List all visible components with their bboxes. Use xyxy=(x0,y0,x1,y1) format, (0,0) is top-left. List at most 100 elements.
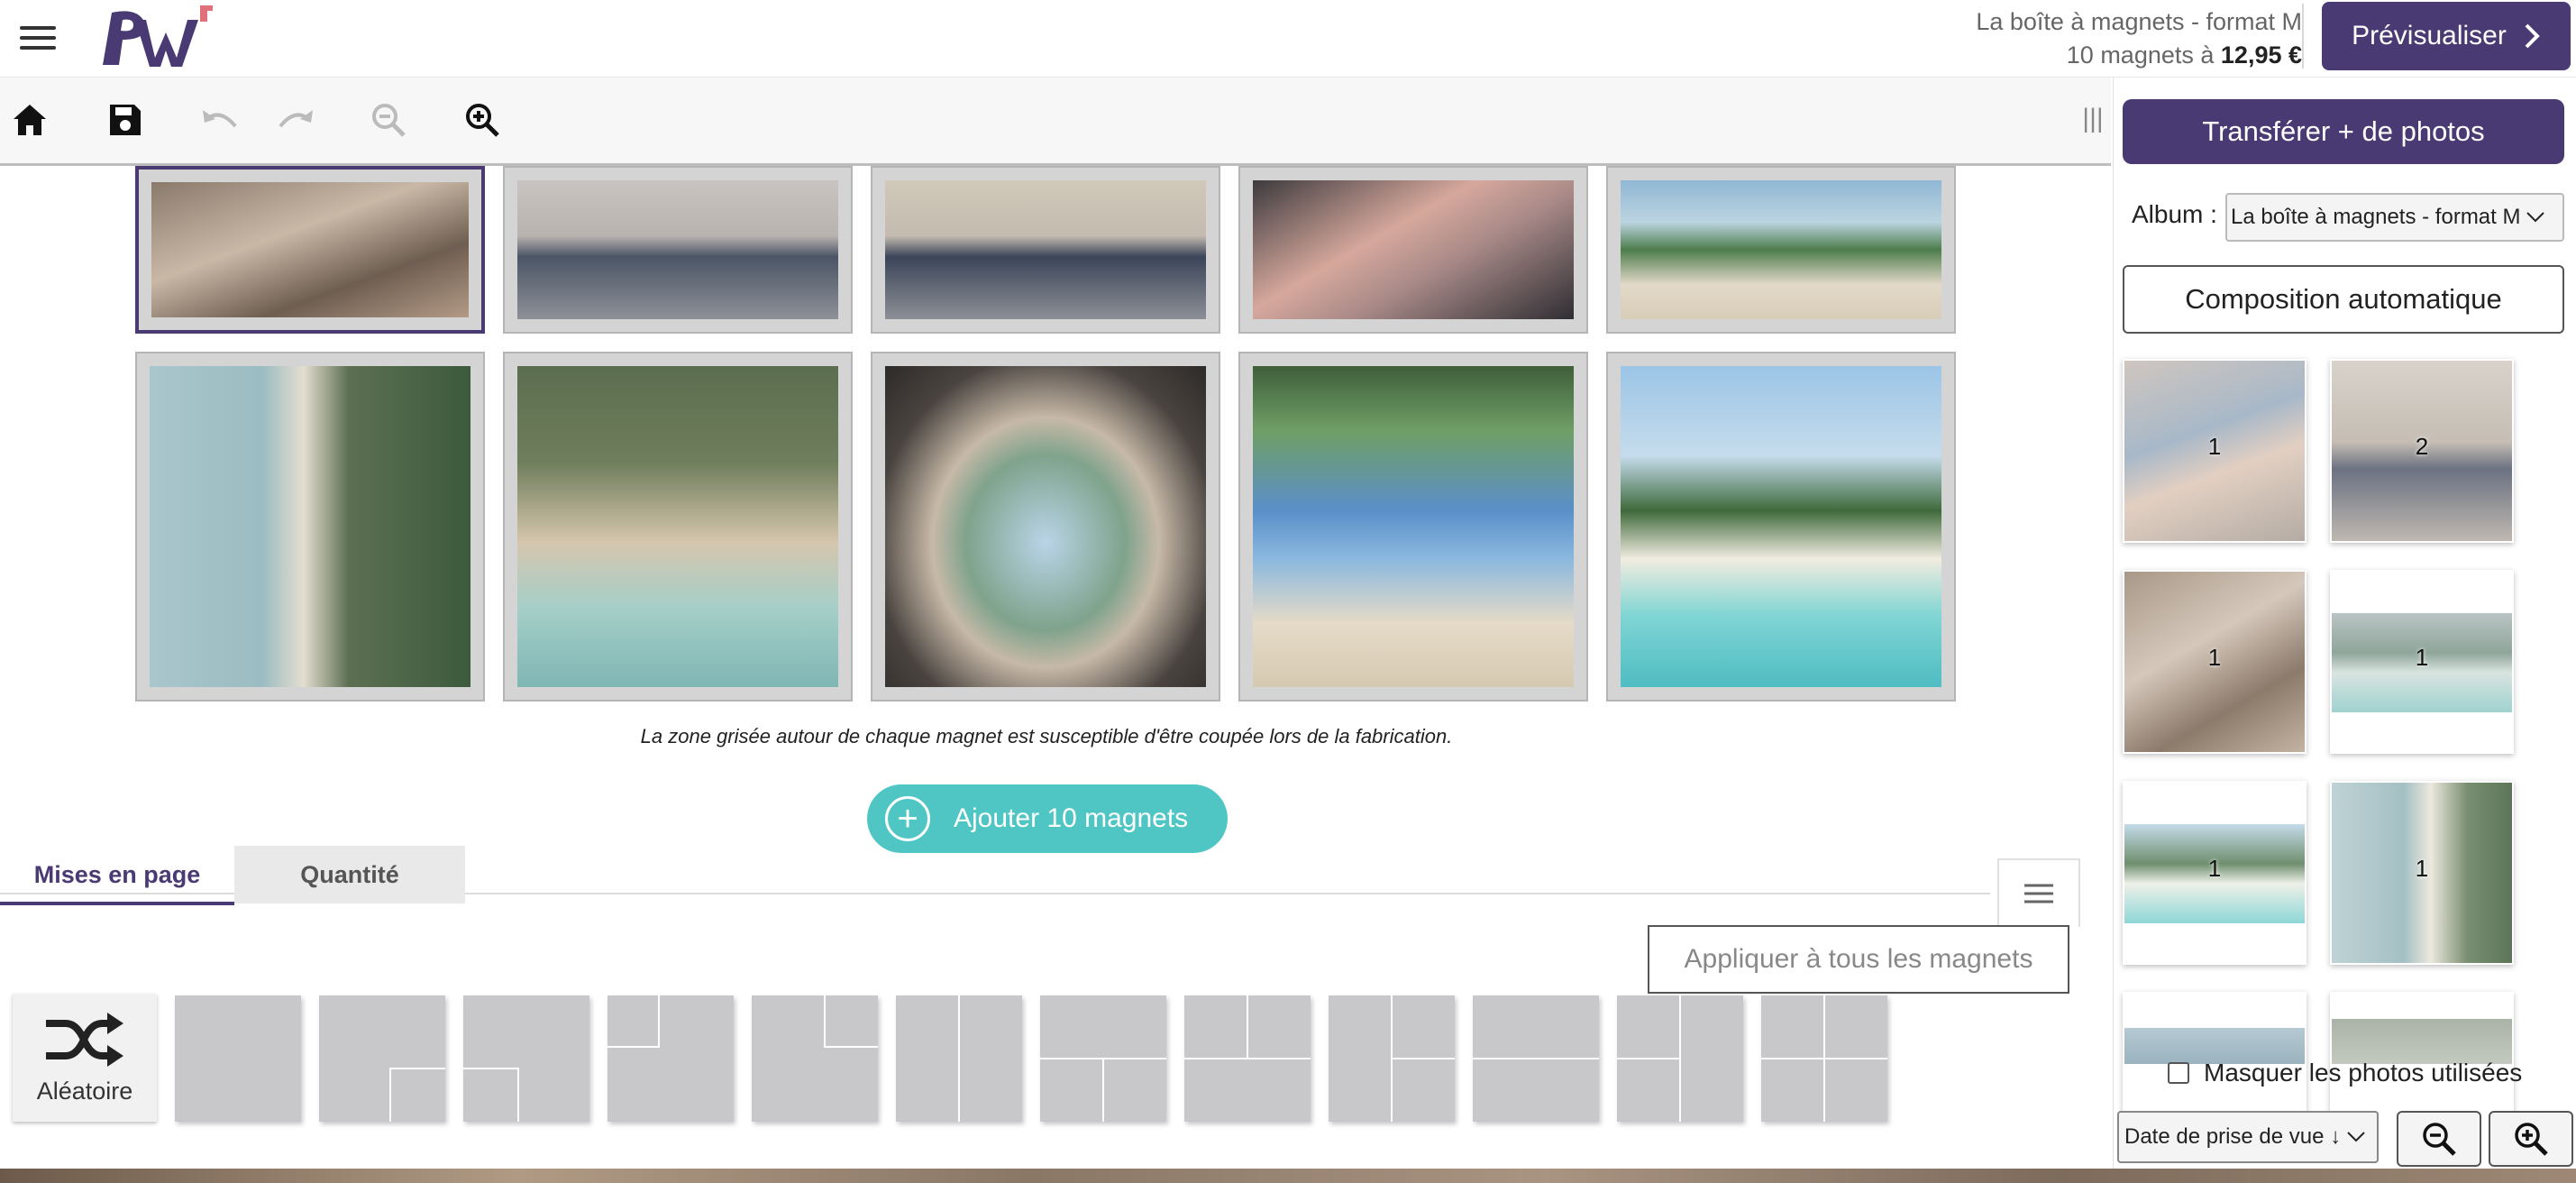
zoom-out-icon xyxy=(2423,1123,2456,1156)
usage-count: 1 xyxy=(2207,644,2222,671)
price-value: 12,95 € xyxy=(2220,41,2302,69)
header-divider xyxy=(2302,4,2304,69)
photo-thumbnail[interactable] xyxy=(2330,992,2514,1111)
magnet-photo xyxy=(885,366,1206,687)
magnet-photo xyxy=(1253,180,1574,319)
magnet-photo xyxy=(151,182,469,317)
product-info: La boîte à magnets - format M 10 magnets… xyxy=(1976,5,2302,72)
tab-layouts[interactable]: Mises en page xyxy=(0,848,234,905)
layout-option-6[interactable] xyxy=(896,995,1022,1122)
album-select-value: La boîte à magnets - format M xyxy=(2231,205,2521,229)
magnet-4[interactable] xyxy=(1238,166,1588,334)
sort-select[interactable]: Date de prise de vue ↓ xyxy=(2117,1111,2379,1163)
tab-quantity[interactable]: Quantité xyxy=(234,846,465,903)
add-magnets-label: Ajouter 10 magnets xyxy=(954,803,1189,833)
layout-tabs: Mises en page Quantité xyxy=(0,846,1990,905)
redo-icon[interactable] xyxy=(272,97,317,142)
layout-option-3[interactable] xyxy=(463,995,589,1122)
undo-icon[interactable] xyxy=(198,97,243,142)
product-name: La boîte à magnets - format M xyxy=(1976,8,2302,35)
auto-compose-button[interactable]: Composition automatique xyxy=(2123,265,2564,334)
chevron-down-icon xyxy=(2347,1132,2365,1142)
layout-option-4[interactable] xyxy=(607,995,734,1122)
zoom-in-icon xyxy=(2515,1123,2548,1156)
thumbnail-image xyxy=(2332,1019,2512,1064)
layout-option-8[interactable] xyxy=(1184,995,1311,1122)
panel-resize-handle[interactable]: ||| xyxy=(2077,94,2109,144)
usage-count: 1 xyxy=(2207,855,2222,882)
hide-used-photos-toggle[interactable]: Masquer les photos utilisées xyxy=(2168,1059,2522,1087)
magnet-3[interactable] xyxy=(871,166,1220,334)
thumbnail-zoom-out-button[interactable] xyxy=(2397,1111,2481,1167)
random-layout-button[interactable]: Aléatoire xyxy=(13,994,157,1122)
editor-toolbar xyxy=(0,78,2111,166)
preview-button[interactable]: Prévisualiser xyxy=(2322,2,2571,70)
photo-panel: Transférer + de photos Album : La boîte … xyxy=(2113,78,2576,1183)
photo-thumbnail[interactable]: 1 xyxy=(2123,570,2307,754)
chevron-right-icon xyxy=(2525,23,2540,49)
chevron-down-icon xyxy=(2526,212,2545,223)
magnet-photo xyxy=(517,180,838,319)
magnet-5[interactable] xyxy=(1606,166,1956,334)
usage-count: 1 xyxy=(2415,644,2429,671)
usage-count: 2 xyxy=(2415,433,2429,460)
magnet-photo xyxy=(517,366,838,687)
options-menu-button[interactable] xyxy=(1997,858,2080,927)
price-prefix: 10 magnets à xyxy=(2066,41,2221,69)
magnet-8[interactable] xyxy=(871,352,1220,702)
hamburger-menu-icon[interactable] xyxy=(20,22,56,52)
pw-logo[interactable] xyxy=(94,2,238,72)
random-layout-label: Aléatoire xyxy=(36,1077,133,1105)
cut-zone-notice: La zone grisée autour de chaque magnet e… xyxy=(640,725,1453,747)
photo-thumbnail[interactable]: 1 xyxy=(2330,570,2514,754)
magnet-6[interactable] xyxy=(135,352,485,702)
layout-option-7[interactable] xyxy=(1040,995,1166,1122)
layout-option-11[interactable] xyxy=(1617,995,1743,1122)
usage-count: 1 xyxy=(2207,433,2222,460)
bottom-background-strip xyxy=(0,1169,2576,1183)
thumbnail-zoom-in-button[interactable] xyxy=(2489,1111,2573,1167)
usage-count: 1 xyxy=(2415,855,2429,882)
magnet-2[interactable] xyxy=(503,166,853,334)
magnet-10[interactable] xyxy=(1606,352,1956,702)
layout-option-10[interactable] xyxy=(1473,995,1599,1122)
magnet-1[interactable] xyxy=(135,166,485,334)
photo-thumbnail[interactable]: 2 xyxy=(2330,359,2514,543)
layout-option-1[interactable] xyxy=(175,995,301,1122)
magnet-7[interactable] xyxy=(503,352,853,702)
photo-thumbnail[interactable]: 1 xyxy=(2330,781,2514,965)
album-select[interactable]: La boîte à magnets - format M xyxy=(2225,193,2564,242)
photo-thumbnail[interactable] xyxy=(2123,992,2307,1111)
save-icon[interactable] xyxy=(103,97,148,142)
hide-used-label: Masquer les photos utilisées xyxy=(2204,1059,2523,1087)
apply-all-button[interactable]: Appliquer à tous les magnets xyxy=(1648,925,2069,994)
photo-thumbnail[interactable]: 1 xyxy=(2123,359,2307,543)
plus-circle-icon: + xyxy=(885,796,930,841)
shuffle-icon xyxy=(46,1012,123,1067)
layout-option-12[interactable] xyxy=(1761,995,1887,1122)
app-header: La boîte à magnets - format M 10 magnets… xyxy=(0,0,2576,78)
layout-option-5[interactable] xyxy=(752,995,878,1122)
zoom-in-icon[interactable] xyxy=(460,97,505,142)
magnet-photo xyxy=(1621,180,1941,319)
magnet-photo xyxy=(885,180,1206,319)
magnet-photo xyxy=(1253,366,1574,687)
album-label: Album : xyxy=(2132,200,2217,228)
magnet-9[interactable] xyxy=(1238,352,1588,702)
home-icon[interactable] xyxy=(7,97,52,142)
product-price-line: 10 magnets à 12,95 € xyxy=(1976,39,2302,72)
magnet-canvas: La zone grisée autour de chaque magnet e… xyxy=(0,166,2111,1169)
layout-option-2[interactable] xyxy=(319,995,445,1122)
layout-option-9[interactable] xyxy=(1329,995,1455,1122)
add-magnets-button[interactable]: + Ajouter 10 magnets xyxy=(867,784,1228,853)
hide-used-checkbox[interactable] xyxy=(2168,1062,2189,1084)
zoom-out-icon[interactable] xyxy=(366,97,411,142)
magnet-photo xyxy=(1621,366,1941,687)
preview-button-label: Prévisualiser xyxy=(2352,21,2507,50)
sort-select-value: Date de prise de vue ↓ xyxy=(2124,1124,2342,1149)
transfer-photos-button[interactable]: Transférer + de photos xyxy=(2123,99,2564,164)
photo-thumbnail[interactable]: 1 xyxy=(2123,781,2307,965)
menu-lines-icon xyxy=(2024,884,2053,903)
magnet-photo xyxy=(150,366,470,687)
photo-thumbnail-list: 1 2 1 1 1 1 xyxy=(2114,350,2576,1111)
